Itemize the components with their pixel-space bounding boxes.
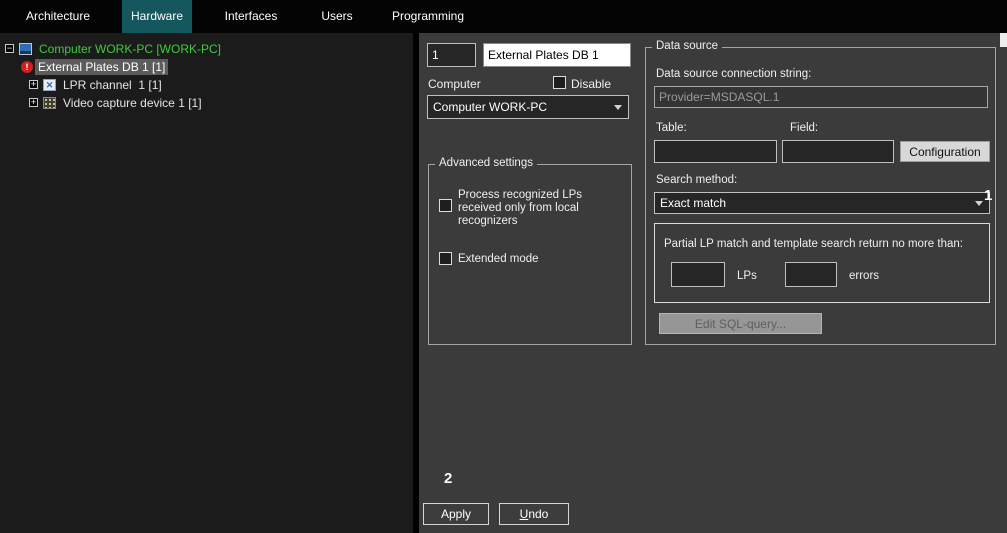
process-recognized-lps-label: Process recognized LPs received only fro… <box>458 189 606 228</box>
tree-item-label: Video capture device 1 [1] <box>60 95 205 111</box>
undo-accelerator: U <box>520 507 529 521</box>
disable-checkbox[interactable] <box>553 76 566 89</box>
search-method-label: Search method: <box>656 174 737 186</box>
chevron-down-icon <box>975 201 983 206</box>
tree-item-computer[interactable]: Computer WORK-PC [WORK-PC] <box>0 40 413 57</box>
tab-bar: Architecture Hardware Interfaces Users P… <box>0 0 1007 33</box>
field-label: Field: <box>790 122 818 134</box>
computer-select[interactable]: Computer WORK-PC <box>427 95 629 119</box>
edit-sql-query-button[interactable]: Edit SQL-query... <box>659 313 822 334</box>
advanced-settings-group: Advanced settings Process recognized LPs… <box>428 164 632 345</box>
undo-rest: ndo <box>528 507 548 521</box>
device-tree: Computer WORK-PC [WORK-PC] External Plat… <box>0 33 413 533</box>
tab-hardware[interactable]: Hardware <box>122 0 192 33</box>
scrollbar-thumb[interactable] <box>1000 33 1007 47</box>
lpr-channel-icon <box>43 79 56 91</box>
tree-item-video-capture-device[interactable]: Video capture device 1 [1] <box>0 94 413 111</box>
search-method-value: Exact match <box>660 196 726 210</box>
expand-icon[interactable] <box>29 98 38 107</box>
settings-panel: Computer Disable Computer WORK-PC Advanc… <box>419 33 1007 533</box>
computer-select-value: Computer WORK-PC <box>433 100 547 114</box>
table-input[interactable] <box>654 140 777 163</box>
tab-programming[interactable]: Programming <box>388 0 468 33</box>
lps-limit-input[interactable] <box>671 262 725 287</box>
errors-limit-input[interactable] <box>785 262 837 287</box>
tree-item-label: LPR channel 1 [1] <box>60 77 165 93</box>
disable-label: Disable <box>571 77 611 91</box>
lps-label: LPs <box>737 270 757 282</box>
annotation-step-1: 1 <box>984 187 992 204</box>
app-window: Architecture Hardware Interfaces Users P… <box>0 0 1007 533</box>
extended-mode-label: Extended mode <box>458 253 539 265</box>
connection-string-input[interactable] <box>654 86 988 108</box>
tab-architecture[interactable]: Architecture <box>18 0 98 33</box>
video-capture-icon <box>43 97 56 109</box>
process-recognized-lps-checkbox[interactable] <box>439 199 452 212</box>
collapse-icon[interactable] <box>5 44 14 53</box>
search-method-select[interactable]: Exact match <box>654 192 990 214</box>
chevron-down-icon <box>614 105 622 110</box>
data-source-group: Data source Data source connection strin… <box>645 47 996 345</box>
undo-button[interactable]: Undo <box>499 503 569 525</box>
partial-match-group: Partial LP match and template search ret… <box>654 223 990 303</box>
tree-item-label: External Plates DB 1 [1] <box>35 59 168 75</box>
table-label: Table: <box>656 122 687 134</box>
computer-label: Computer <box>428 77 481 91</box>
expand-icon[interactable] <box>29 80 38 89</box>
connection-string-label: Data source connection string: <box>656 68 811 80</box>
warning-icon <box>21 61 33 73</box>
tab-interfaces[interactable]: Interfaces <box>214 0 288 33</box>
extended-mode-checkbox[interactable] <box>439 252 452 265</box>
errors-label: errors <box>849 270 879 282</box>
field-input[interactable] <box>782 140 894 163</box>
partial-match-label: Partial LP match and template search ret… <box>664 238 963 250</box>
name-input[interactable] <box>483 43 631 67</box>
configuration-button[interactable]: Configuration <box>900 141 990 162</box>
computer-icon <box>19 43 32 55</box>
tab-users[interactable]: Users <box>312 0 362 33</box>
apply-button[interactable]: Apply <box>423 503 489 525</box>
id-input[interactable] <box>427 43 476 67</box>
tree-item-lpr-channel[interactable]: LPR channel 1 [1] <box>0 76 413 93</box>
data-source-title: Data source <box>652 40 722 52</box>
advanced-settings-title: Advanced settings <box>435 157 537 169</box>
annotation-step-2: 2 <box>444 470 452 487</box>
tree-item-external-plates-db[interactable]: External Plates DB 1 [1] <box>0 58 413 75</box>
tree-item-label: Computer WORK-PC [WORK-PC] <box>36 41 224 57</box>
